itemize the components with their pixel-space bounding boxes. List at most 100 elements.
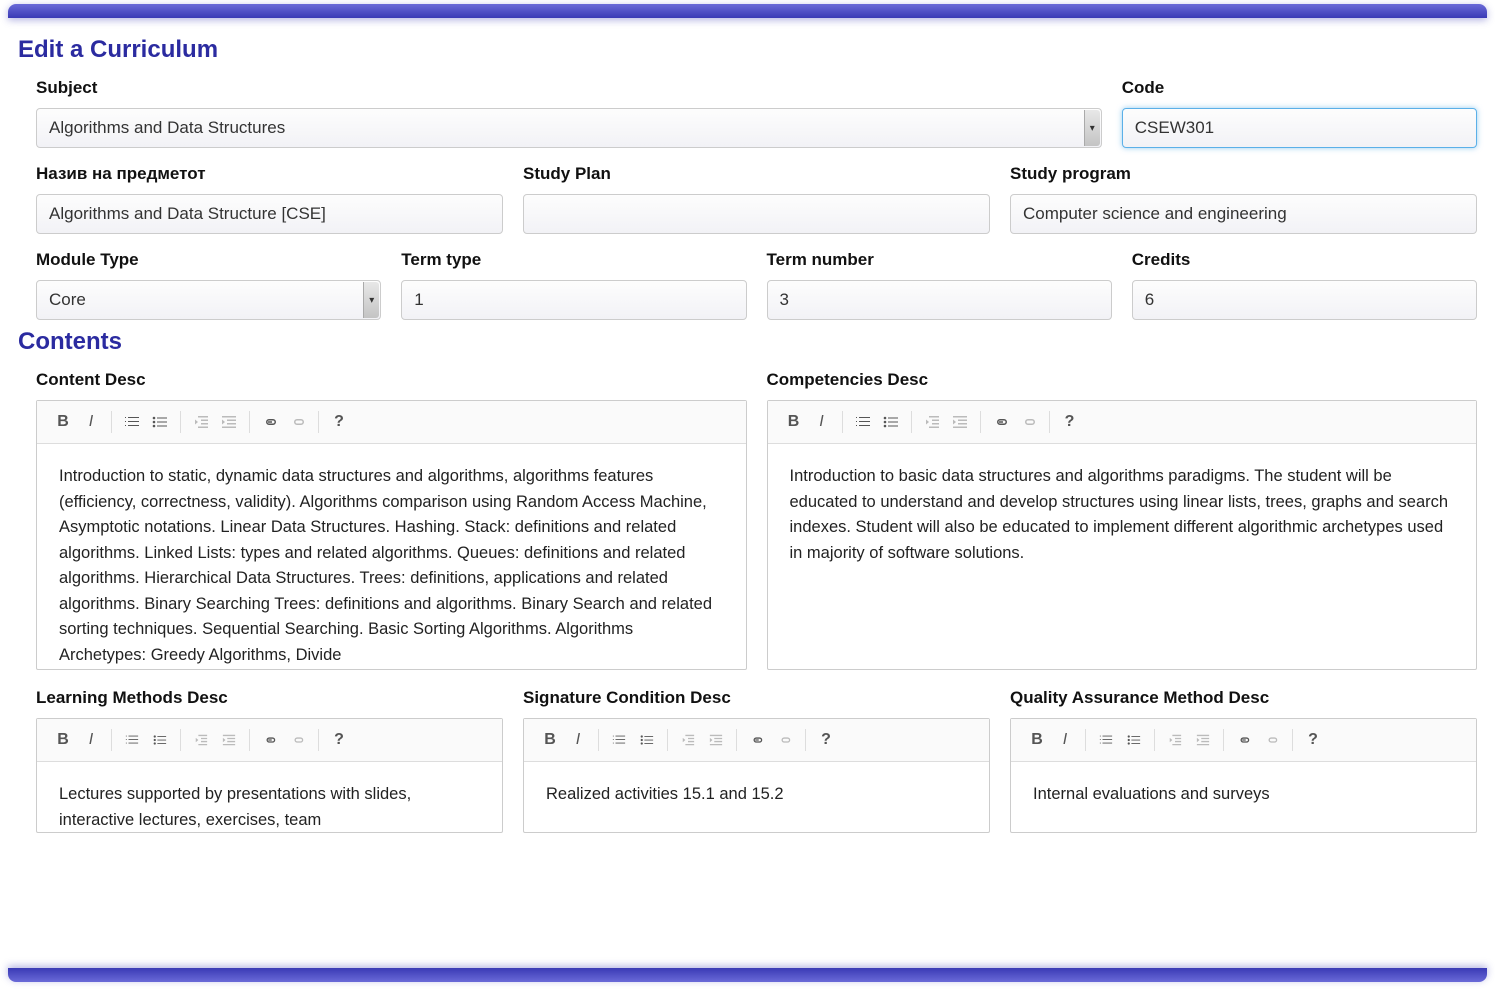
unordered-list-icon[interactable] (1120, 727, 1148, 753)
module-type-label: Module Type (36, 250, 381, 270)
competencies-desc-body[interactable]: Introduction to basic data structures an… (768, 444, 1477, 669)
unordered-list-icon[interactable] (146, 409, 174, 435)
indent-icon[interactable] (946, 409, 974, 435)
code-label: Code (1122, 78, 1477, 98)
help-icon[interactable]: ? (1056, 409, 1084, 435)
subject-select[interactable] (36, 108, 1102, 148)
unlink-icon[interactable] (1015, 409, 1043, 435)
unlink-icon[interactable] (284, 727, 312, 753)
ordered-list-icon[interactable] (849, 409, 877, 435)
editor-toolbar: B I ? (1011, 719, 1476, 762)
term-number-input[interactable] (767, 280, 1112, 320)
link-icon[interactable] (987, 409, 1015, 435)
toolbar-separator (1049, 411, 1050, 433)
indent-icon[interactable] (215, 409, 243, 435)
naziv-input[interactable] (36, 194, 503, 234)
bold-icon[interactable]: B (49, 409, 77, 435)
learning-methods-body[interactable]: Lectures supported by presentations with… (37, 762, 502, 832)
italic-icon[interactable]: I (808, 409, 836, 435)
term-type-input[interactable] (401, 280, 746, 320)
editor-toolbar: B I ? (37, 719, 502, 762)
ordered-list-icon[interactable] (118, 409, 146, 435)
signature-condition-body[interactable]: Realized activities 15.1 and 15.2 (524, 762, 989, 832)
code-input[interactable] (1122, 108, 1477, 148)
toolbar-separator (318, 729, 319, 751)
bold-icon[interactable]: B (49, 727, 77, 753)
help-icon[interactable]: ? (812, 727, 840, 753)
help-icon[interactable]: ? (325, 727, 353, 753)
editor-toolbar: B I ? (37, 401, 746, 444)
credits-input[interactable] (1132, 280, 1477, 320)
page-title: Edit a Curriculum (18, 36, 1477, 64)
editor-toolbar: B I ? (524, 719, 989, 762)
indent-icon[interactable] (1189, 727, 1217, 753)
term-number-label: Term number (767, 250, 1112, 270)
ordered-list-icon[interactable] (605, 727, 633, 753)
bold-icon[interactable]: B (536, 727, 564, 753)
credits-label: Credits (1132, 250, 1477, 270)
quality-assurance-label: Quality Assurance Method Desc (1010, 688, 1477, 708)
help-icon[interactable]: ? (1299, 727, 1327, 753)
contents-section-title: Contents (18, 328, 1477, 356)
ordered-list-icon[interactable] (1092, 727, 1120, 753)
main-content: Edit a Curriculum Subject ▾ Code Назив н… (0, 18, 1495, 968)
indent-icon[interactable] (702, 727, 730, 753)
outdent-icon[interactable] (674, 727, 702, 753)
toolbar-separator (911, 411, 912, 433)
toolbar-separator (249, 411, 250, 433)
bold-icon[interactable]: B (780, 409, 808, 435)
module-type-select[interactable] (36, 280, 381, 320)
outdent-icon[interactable] (918, 409, 946, 435)
unordered-list-icon[interactable] (877, 409, 905, 435)
signature-condition-label: Signature Condition Desc (523, 688, 990, 708)
content-desc-body[interactable]: Introduction to static, dynamic data str… (37, 444, 746, 669)
toolbar-separator (842, 411, 843, 433)
italic-icon[interactable]: I (1051, 727, 1079, 753)
competencies-desc-editor: B I ? Introduction to basic data structu… (767, 400, 1478, 670)
unlink-icon[interactable] (284, 409, 312, 435)
quality-assurance-body[interactable]: Internal evaluations and surveys (1011, 762, 1476, 832)
toolbar-separator (111, 411, 112, 433)
learning-methods-label: Learning Methods Desc (36, 688, 503, 708)
signature-condition-editor: B I ? Realized activities 15.1 and 15.2 (523, 718, 990, 833)
content-desc-editor: B I ? Introduction to static, dynamic da… (36, 400, 747, 670)
top-frame-bar (8, 4, 1487, 18)
toolbar-separator (1085, 729, 1086, 751)
toolbar-separator (180, 729, 181, 751)
outdent-icon[interactable] (187, 727, 215, 753)
outdent-icon[interactable] (1161, 727, 1189, 753)
italic-icon[interactable]: I (77, 727, 105, 753)
subject-label: Subject (36, 78, 1102, 98)
outdent-icon[interactable] (187, 409, 215, 435)
bottom-frame-bar (8, 968, 1487, 982)
italic-icon[interactable]: I (564, 727, 592, 753)
term-type-label: Term type (401, 250, 746, 270)
unlink-icon[interactable] (1258, 727, 1286, 753)
toolbar-separator (736, 729, 737, 751)
quality-assurance-editor: B I ? Internal evaluations and surveys (1010, 718, 1477, 833)
study-program-label: Study program (1010, 164, 1477, 184)
italic-icon[interactable]: I (77, 409, 105, 435)
toolbar-separator (318, 411, 319, 433)
link-icon[interactable] (1230, 727, 1258, 753)
bold-icon[interactable]: B (1023, 727, 1051, 753)
competencies-desc-label: Competencies Desc (767, 370, 1478, 390)
help-icon[interactable]: ? (325, 409, 353, 435)
ordered-list-icon[interactable] (118, 727, 146, 753)
toolbar-separator (111, 729, 112, 751)
toolbar-separator (980, 411, 981, 433)
unordered-list-icon[interactable] (633, 727, 661, 753)
learning-methods-editor: B I ? Lectures supported by presentation… (36, 718, 503, 833)
indent-icon[interactable] (215, 727, 243, 753)
unlink-icon[interactable] (771, 727, 799, 753)
link-icon[interactable] (256, 727, 284, 753)
study-plan-input[interactable] (523, 194, 990, 234)
toolbar-separator (1292, 729, 1293, 751)
link-icon[interactable] (743, 727, 771, 753)
study-program-input[interactable] (1010, 194, 1477, 234)
link-icon[interactable] (256, 409, 284, 435)
toolbar-separator (667, 729, 668, 751)
toolbar-separator (180, 411, 181, 433)
unordered-list-icon[interactable] (146, 727, 174, 753)
content-desc-label: Content Desc (36, 370, 747, 390)
